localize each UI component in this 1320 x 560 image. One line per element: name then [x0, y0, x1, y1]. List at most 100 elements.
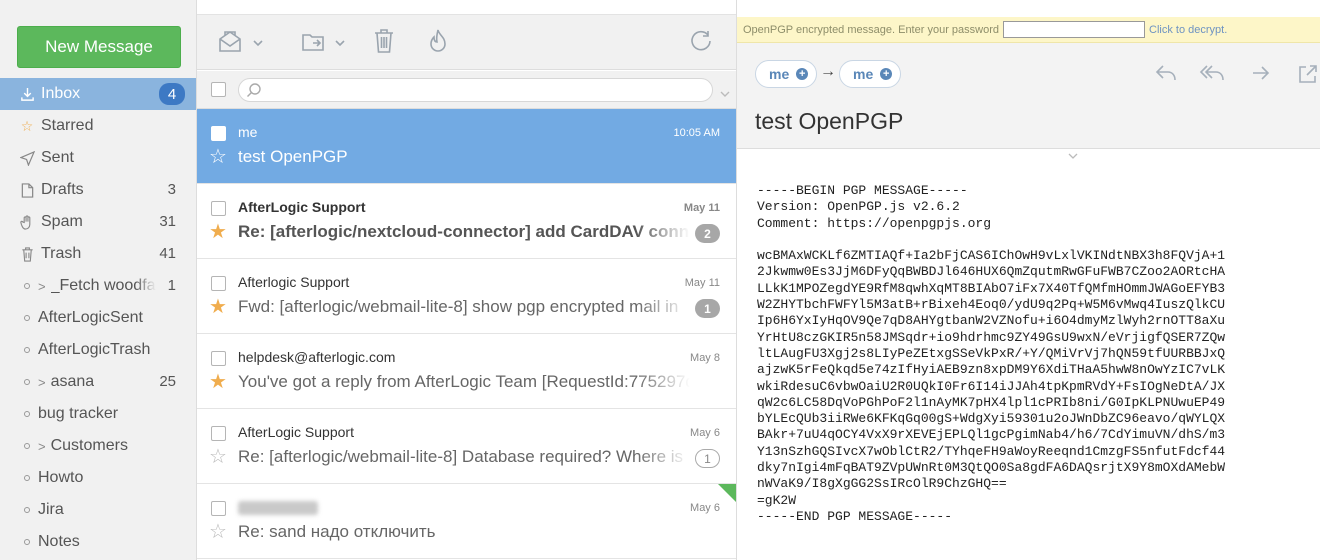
folder-dot-icon [24, 443, 30, 449]
message-checkbox[interactable] [211, 126, 226, 141]
message-checkbox[interactable] [211, 501, 226, 516]
folder-spam[interactable]: Spam 31 [0, 206, 196, 238]
folder-dot-icon [24, 475, 30, 481]
folder-label: Starred [41, 117, 94, 134]
refresh-button[interactable] [689, 29, 713, 57]
folder-customers[interactable]: > Customers [0, 430, 196, 462]
star-icon[interactable]: ☆ [209, 147, 227, 167]
search-input[interactable] [238, 78, 713, 102]
chevron-down-icon[interactable] [335, 34, 345, 52]
move-to-folder-button[interactable] [301, 29, 345, 57]
folder-jira[interactable]: Jira [0, 494, 196, 526]
folder-dot-icon [24, 315, 30, 321]
folder-count: 3 [167, 181, 176, 198]
folder-label: AfterLogicTrash [38, 341, 151, 358]
chevron-down-icon[interactable] [720, 85, 730, 103]
folder-dot-icon [24, 283, 30, 289]
sidebar: New Message Inbox 4 ☆ Starred Sent Draft… [0, 0, 197, 560]
folder-list: Inbox 4 ☆ Starred Sent Drafts 3 Spam 31 [0, 78, 196, 558]
to-address-chip[interactable]: me + [839, 60, 902, 88]
decrypt-link[interactable]: Click to decrypt. [1149, 24, 1227, 36]
folder-label: Sent [41, 149, 74, 166]
flame-icon [427, 28, 449, 59]
folder-inbox[interactable]: Inbox 4 [0, 78, 196, 110]
star-icon[interactable]: ★ [209, 297, 227, 317]
new-message-button[interactable]: New Message [17, 26, 181, 68]
trash-icon [373, 28, 395, 59]
chevron-right-icon[interactable]: > [38, 279, 46, 294]
message-checkbox[interactable] [211, 351, 226, 366]
star-icon[interactable]: ☆ [209, 522, 227, 542]
message-date: May 6 [690, 502, 720, 514]
arrow-right-icon: → [820, 63, 836, 80]
thread-count-badge[interactable]: 1 [695, 299, 720, 318]
folder-afterlogictrash[interactable]: AfterLogicTrash [0, 334, 196, 366]
message-subject: You've got a reply from AfterLogic Team … [238, 372, 690, 391]
select-all-checkbox[interactable] [211, 82, 226, 97]
message-row[interactable]: AfterLogic Support May 6 ☆ Re: [afterlog… [197, 409, 736, 484]
reply-all-icon[interactable] [1199, 64, 1225, 87]
star-icon[interactable]: ☆ [209, 447, 227, 467]
message-sender: me [238, 124, 258, 140]
spam-button[interactable] [427, 29, 449, 57]
message-checkbox[interactable] [211, 201, 226, 216]
open-new-window-icon[interactable] [1298, 64, 1318, 89]
reply-icon[interactable] [1155, 64, 1177, 87]
message-row[interactable]: Afterlogic Support May 11 ★ Fwd: [afterl… [197, 259, 736, 334]
folder-sent[interactable]: Sent [0, 142, 196, 174]
chevron-right-icon[interactable]: > [38, 375, 46, 390]
collapse-header-icon[interactable] [1068, 146, 1078, 159]
folder-starred[interactable]: ☆ Starred [0, 110, 196, 142]
mark-read-button[interactable] [217, 29, 263, 57]
thread-count-badge[interactable]: 1 [695, 449, 720, 468]
star-icon[interactable]: ★ [209, 222, 227, 242]
folder-label: _Fetch woodfa [50, 277, 156, 294]
message-date: 10:05 AM [673, 127, 720, 139]
message-sender: helpdesk@afterlogic.com [238, 349, 396, 365]
message-sender: Afterlogic Support [238, 274, 350, 290]
folder-drafts[interactable]: Drafts 3 [0, 174, 196, 206]
message-subject-title: test OpenPGP [755, 108, 904, 134]
folder-afterlogicsent[interactable]: AfterLogicSent [0, 302, 196, 334]
delete-button[interactable] [373, 28, 395, 59]
folder-label: AfterLogicSent [38, 309, 143, 326]
folder-fetch-woodfa[interactable]: > _Fetch woodfa 1 [0, 270, 196, 302]
folder-dot-icon [24, 539, 30, 545]
star-icon: ☆ [20, 117, 34, 134]
message-row[interactable]: helpdesk@afterlogic.com May 8 ★ You've g… [197, 334, 736, 409]
chevron-down-icon[interactable] [253, 34, 263, 52]
folder-howto[interactable]: Howto [0, 462, 196, 494]
add-contact-icon[interactable]: + [880, 68, 893, 80]
thread-count-badge[interactable]: 2 [695, 224, 720, 243]
chevron-right-icon[interactable]: > [38, 439, 46, 454]
message-date: May 8 [690, 352, 720, 364]
message-row[interactable]: me 10:05 AM ☆ test OpenPGP [197, 109, 736, 184]
message-date: May 11 [683, 202, 720, 214]
message-header: me + → me + test OpenPGP [737, 43, 1320, 149]
redacted-name [238, 501, 318, 516]
folder-notes[interactable]: Notes [0, 526, 196, 558]
message-subject: Re: [afterlogic/nextcloud-connector] add… [238, 222, 690, 241]
message-subject: Fwd: [afterlogic/webmail-lite-8] show pg… [238, 297, 679, 316]
folder-asana[interactable]: > asana 25 [0, 366, 196, 398]
add-contact-icon[interactable]: + [796, 68, 809, 80]
message-checkbox[interactable] [211, 276, 226, 291]
refresh-icon [689, 29, 713, 58]
pgp-password-input[interactable] [1003, 21, 1145, 38]
to-address-label: me [853, 66, 874, 82]
message-list-panel: me 10:05 AM ☆ test OpenPGP AfterLogic Su… [197, 0, 737, 560]
folder-label: Inbox [41, 85, 81, 102]
message-row[interactable]: AfterLogic Support May 11 ★ Re: [afterlo… [197, 184, 736, 259]
from-address-label: me [769, 66, 790, 82]
forward-icon[interactable] [1251, 64, 1271, 87]
unread-count-badge: 4 [159, 83, 185, 105]
folder-label: Drafts [41, 181, 84, 198]
folder-trash[interactable]: Trash 41 [0, 238, 196, 270]
folder-bug-tracker[interactable]: bug tracker [0, 398, 196, 430]
star-icon[interactable]: ★ [209, 372, 227, 392]
message-row[interactable]: May 6 ☆ Re: sand надо отключить [197, 484, 736, 559]
folder-label: Customers [50, 437, 128, 454]
message-rows: me 10:05 AM ☆ test OpenPGP AfterLogic Su… [197, 109, 736, 559]
message-checkbox[interactable] [211, 426, 226, 441]
from-address-chip[interactable]: me + [755, 60, 818, 88]
